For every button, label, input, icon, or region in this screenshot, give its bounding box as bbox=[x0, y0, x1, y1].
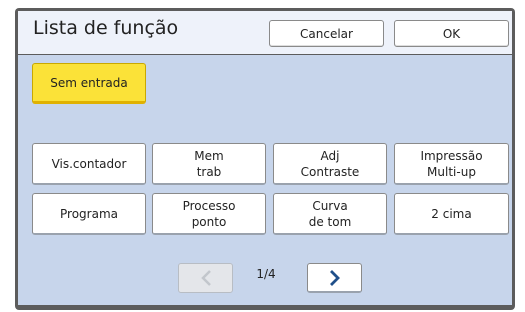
page-indicator: 1/4 bbox=[256, 267, 276, 281]
curva-de-tom-button[interactable]: Curva de tom bbox=[273, 193, 387, 235]
processo-ponto-button[interactable]: Processo ponto bbox=[152, 193, 266, 235]
programa-button[interactable]: Programa bbox=[32, 193, 146, 235]
prev-page-button[interactable] bbox=[178, 263, 233, 293]
ok-button[interactable]: OK bbox=[394, 20, 509, 47]
adj-contraste-button[interactable]: Adj Contraste bbox=[273, 143, 387, 185]
next-page-button[interactable] bbox=[307, 263, 362, 293]
impressao-multi-up-button[interactable]: Impressão Multi-up bbox=[394, 143, 509, 185]
page-title: Lista de função bbox=[33, 17, 179, 39]
sem-entrada-button[interactable]: Sem entrada bbox=[32, 63, 146, 104]
vis-contador-button[interactable]: Vis.contador bbox=[32, 143, 146, 185]
2-cima-button[interactable]: 2 cima bbox=[394, 193, 509, 235]
chevron-right-icon bbox=[329, 269, 340, 286]
mem-trab-button[interactable]: Mem trab bbox=[152, 143, 266, 185]
cancel-button[interactable]: Cancelar bbox=[269, 20, 384, 47]
chevron-left-icon bbox=[200, 270, 211, 286]
